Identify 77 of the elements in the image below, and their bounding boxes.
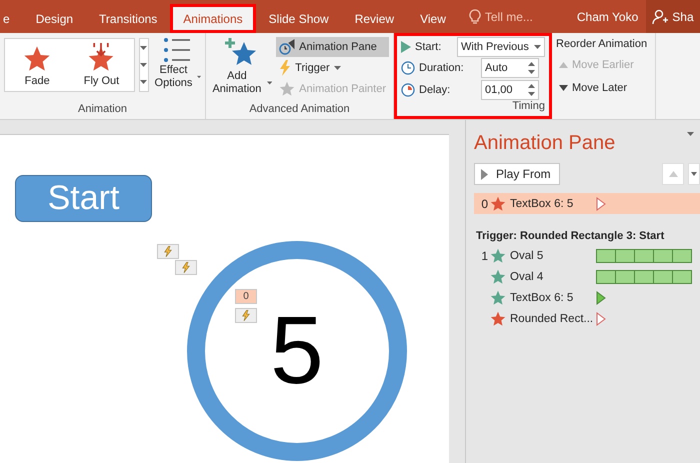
animation-item[interactable]: 1 Oval 5 (474, 245, 700, 266)
gallery-scroll[interactable] (138, 38, 150, 92)
user-name[interactable]: Cham Yoko (568, 0, 646, 33)
field-label: Start: (415, 41, 442, 54)
caret-icon (687, 132, 694, 136)
share-button[interactable]: Sha (646, 0, 700, 33)
caret-icon (140, 46, 148, 50)
ribbon-tab[interactable]: Design (22, 4, 86, 33)
lightning-icon (182, 262, 190, 273)
triangle-up-icon (559, 62, 568, 68)
animation-item[interactable]: 0 TextBox 6: 5 (474, 193, 700, 214)
triangle-up-icon (668, 171, 678, 177)
play-icon (401, 41, 411, 54)
item-name: Oval 5 (510, 250, 544, 262)
ribbon-tab[interactable]: Review (342, 4, 408, 33)
reorder-button[interactable]: Move Later (556, 79, 651, 97)
start-dropdown[interactable]: With Previous (457, 37, 545, 58)
star-icon (490, 290, 506, 306)
animation-item[interactable]: Rounded Rect... (474, 308, 700, 329)
group-label: Timing (512, 100, 545, 114)
animation-effect[interactable]: Fade (5, 39, 70, 91)
star-icon (490, 268, 506, 284)
fly-out-star-icon (87, 43, 116, 73)
item-name: TextBox 6: 5 (510, 198, 574, 210)
lightbulb-icon (468, 8, 481, 24)
star-icon (490, 248, 506, 264)
field-label: Duration: (419, 62, 465, 74)
caret-icon (266, 81, 272, 85)
triangle-down-icon (559, 85, 568, 91)
animation-tag: 0 (235, 289, 257, 304)
animation-item[interactable]: TextBox 6: 5 (474, 287, 700, 308)
spin-field[interactable]: 01,00 (481, 80, 539, 100)
ribbon-button[interactable]: Animation Pane (276, 37, 389, 57)
star-icon (490, 310, 506, 326)
group-label: Animation (78, 103, 127, 117)
triangle-down-icon (691, 172, 697, 176)
group-label: Advanced Animation (249, 103, 350, 117)
caret-icon (196, 75, 201, 79)
add-animation-button[interactable]: Add Animation (210, 35, 272, 103)
ribbon-button[interactable]: Trigger (276, 58, 389, 78)
item-number: 1 (480, 248, 488, 262)
ribbon-tab[interactable]: Slide Show (256, 4, 342, 33)
caret-icon (534, 45, 541, 50)
item-name: TextBox 6: 5 (510, 292, 574, 304)
spinner-arrows-icon (528, 62, 535, 74)
caret-icon (140, 62, 148, 67)
ribbon-tab[interactable]: e (0, 4, 23, 33)
field-label: Delay: (419, 84, 452, 96)
effect-options-button[interactable]: Effect Options (153, 35, 201, 103)
spinner-arrows-icon (528, 84, 535, 96)
item-name: Rounded Rect... (510, 312, 594, 324)
clock-icon (401, 61, 415, 76)
list-icon (163, 37, 192, 63)
trigger-heading: Trigger: Rounded Rectangle 3: Start (476, 230, 666, 242)
item-name: Oval 4 (510, 270, 544, 282)
person-add-icon (652, 8, 668, 24)
ribbon-tab[interactable]: Transitions (86, 4, 170, 33)
lightning-icon (242, 310, 250, 321)
star-icon (490, 196, 506, 212)
fade-star-icon (23, 45, 52, 73)
pane-title: Animation Pane (474, 132, 616, 155)
ribbon-tab[interactable]: Animations (170, 4, 256, 33)
spin-field[interactable]: Auto (481, 58, 539, 78)
caret-icon (140, 80, 148, 84)
rounded-rectangle-shape: Start (15, 175, 152, 222)
lightning-icon (164, 246, 172, 257)
animation-item[interactable]: Oval 4 (474, 266, 700, 287)
ribbon-tab[interactable]: View (407, 4, 459, 33)
reorder-title: Reorder Animation (556, 37, 648, 51)
animation-effect[interactable]: Fly Out (69, 39, 134, 91)
stopwatch-icon (279, 39, 296, 55)
timer-icon (401, 82, 415, 97)
play-icon (481, 168, 488, 180)
play-from-button[interactable]: Play From (474, 163, 560, 185)
item-number: 0 (480, 196, 488, 210)
lightning-icon (279, 60, 292, 76)
move-down-button[interactable] (688, 163, 700, 185)
